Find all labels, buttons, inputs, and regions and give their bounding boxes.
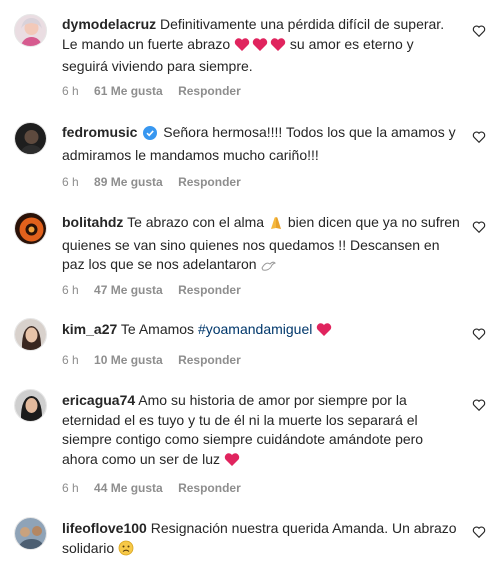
comment-likes[interactable]: 10 Me gusta	[94, 353, 163, 367]
comment-time: 6 h	[62, 84, 79, 98]
sad-face-icon	[118, 540, 134, 562]
comment-text: bolitahdz Te abrazo con el alma bien dic…	[62, 213, 462, 278]
comment-username[interactable]: lifeoflove100	[62, 520, 147, 536]
comment-username[interactable]: ericagua74	[62, 392, 135, 408]
avatar[interactable]	[14, 318, 47, 351]
comment-likes[interactable]: 44 Me gusta	[94, 481, 163, 495]
like-heart-icon[interactable]	[472, 398, 486, 412]
comment-time: 6 h	[62, 353, 79, 367]
comment-time: 6 h	[62, 481, 79, 495]
like-heart-icon[interactable]	[472, 525, 486, 539]
red-heart-icon	[224, 452, 240, 473]
comment-body: Te abrazo con el alma	[127, 214, 265, 230]
comment-likes[interactable]: 61 Me gusta	[94, 84, 163, 98]
avatar[interactable]	[14, 517, 47, 550]
reply-button[interactable]: Responder	[178, 84, 241, 98]
comment-username[interactable]: fedromusic	[62, 124, 137, 140]
comment-username[interactable]: dymodelacruz	[62, 16, 156, 32]
reply-button[interactable]: Responder	[178, 283, 241, 297]
hashtag-link[interactable]: #yoamandamiguel	[198, 321, 312, 337]
comment-likes[interactable]: 89 Me gusta	[94, 175, 163, 189]
like-heart-icon[interactable]	[472, 24, 486, 38]
comment-text: dymodelacruz Definitivamente una pérdida…	[62, 15, 462, 77]
like-heart-icon[interactable]	[472, 220, 486, 234]
comment-text: ericagua74 Amo su historia de amor por s…	[62, 391, 462, 472]
like-heart-icon[interactable]	[472, 327, 486, 341]
comment-likes[interactable]: 47 Me gusta	[94, 283, 163, 297]
reply-button[interactable]: Responder	[178, 175, 241, 189]
avatar[interactable]	[14, 389, 47, 422]
comment-username[interactable]: kim_a27	[62, 321, 117, 337]
comment-text: fedromusic Señora hermosa!!!! Todos los …	[62, 123, 462, 165]
comment-time: 6 h	[62, 283, 79, 297]
like-heart-icon[interactable]	[472, 130, 486, 144]
comment-username[interactable]: bolitahdz	[62, 214, 123, 230]
reply-button[interactable]: Responder	[178, 481, 241, 495]
red-heart-icon	[316, 322, 332, 343]
comment-meta: 6 h 61 Me gusta Responder	[62, 84, 253, 98]
avatar[interactable]	[14, 14, 47, 47]
dove-icon	[260, 258, 277, 278]
reply-button[interactable]: Responder	[178, 353, 241, 367]
comment-time: 6 h	[62, 175, 79, 189]
comment-body: Te Amamos	[120, 321, 195, 337]
comment-meta: 6 h 44 Me gusta Responder	[62, 481, 253, 495]
red-heart-icon	[234, 37, 286, 58]
folded-hands-icon	[268, 215, 284, 236]
comment-text: kim_a27 Te Amamos #yoamandamiguel	[62, 320, 462, 343]
avatar[interactable]	[14, 212, 47, 245]
verified-badge-icon	[143, 126, 158, 146]
comment-text: lifeoflove100 Resignación nuestra querid…	[62, 519, 462, 561]
avatar[interactable]	[14, 122, 47, 155]
comment-meta: 6 h 47 Me gusta Responder	[62, 283, 253, 297]
comment-meta: 6 h 10 Me gusta Responder	[62, 353, 253, 367]
comment-meta: 6 h 89 Me gusta Responder	[62, 175, 253, 189]
